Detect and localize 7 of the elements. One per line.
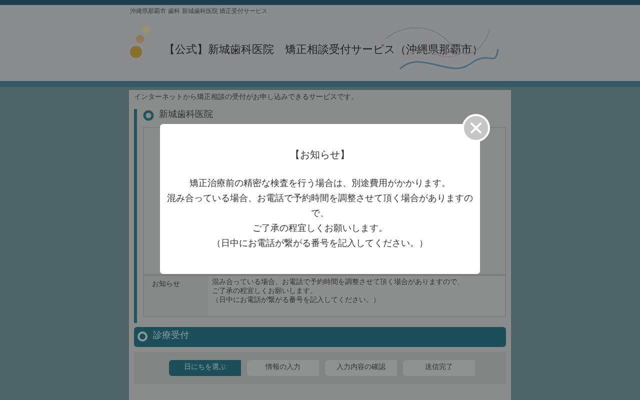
ring-icon: [137, 331, 148, 342]
close-icon: [469, 121, 483, 135]
section-title: 診療受付: [153, 330, 189, 343]
ring-icon: [143, 110, 154, 122]
modal-message: 矯正治療前の精密な検査を行う場合は、別途費用がかかります。 混み合っている場合、お電話で予約時間を調整させて頂く場合がありますので、 ご了承の程宜しくお願いします。 （日中にお電話が繋がる番号を記入してください。）: [166, 178, 474, 251]
section-title: 新城歯科医院: [159, 109, 213, 122]
modal-title: 【お知らせ】: [290, 148, 350, 163]
